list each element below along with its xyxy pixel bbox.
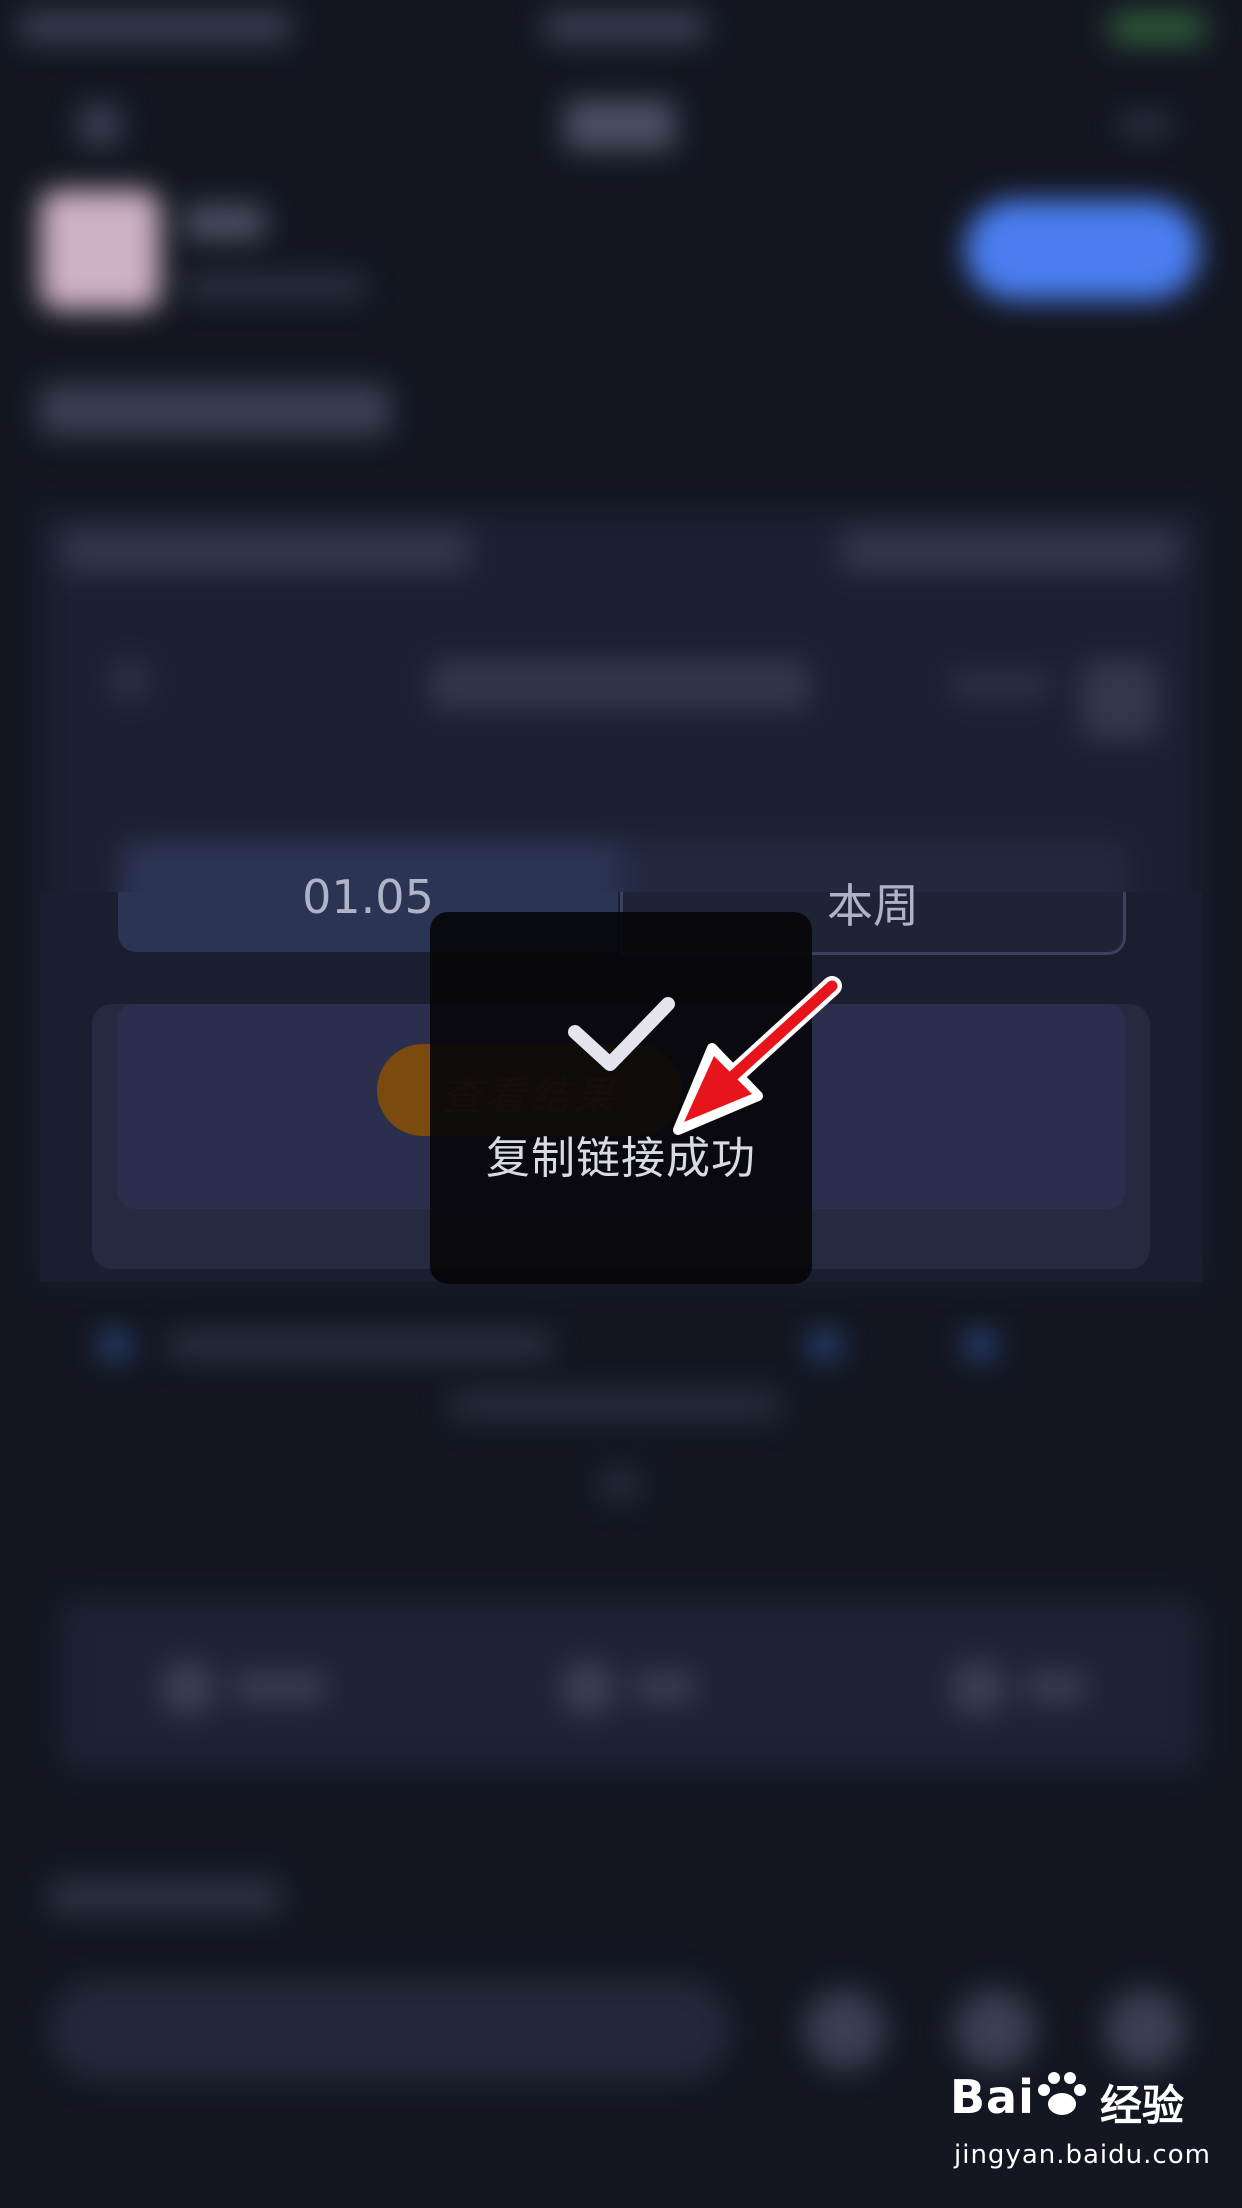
section-heading <box>40 385 390 435</box>
comment-input[interactable] <box>50 1980 730 2080</box>
annotation-arrow-icon <box>673 976 842 1135</box>
watermark-url: jingyan.baidu.com <box>954 2140 1211 2170</box>
status-bar <box>0 0 1242 60</box>
profile-name <box>185 205 265 240</box>
share-options-card <box>60 1600 1200 1770</box>
profile-subtitle <box>185 275 365 299</box>
watermark-brand-cn: 经验 <box>1100 2081 1185 2130</box>
more-icon[interactable] <box>1120 118 1170 132</box>
follow-button[interactable] <box>965 200 1200 300</box>
back-icon[interactable] <box>80 105 120 145</box>
paw-icon <box>1038 2072 1086 2115</box>
baidu-watermark: Bai 经验 jingyan.baidu.com <box>940 2070 1220 2190</box>
page-title <box>565 100 675 150</box>
watermark-brand: Bai <box>950 2070 1035 2124</box>
app-screen: 01.05 本周 查看结果 <box>0 0 1242 2208</box>
avatar[interactable] <box>40 190 160 310</box>
